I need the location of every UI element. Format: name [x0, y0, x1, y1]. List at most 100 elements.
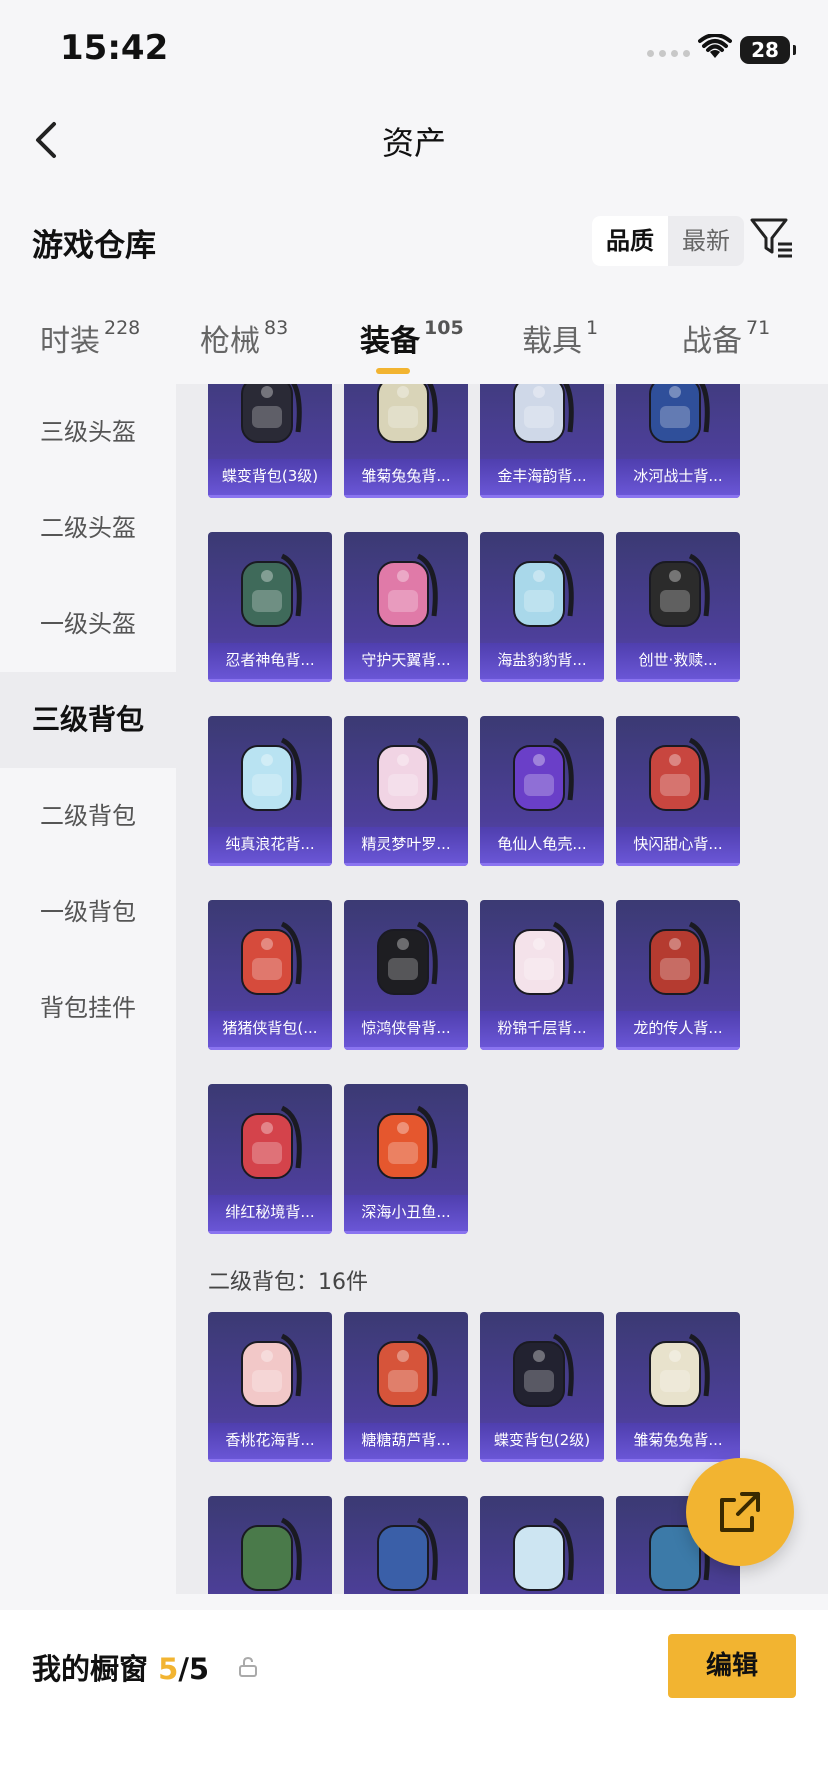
tab-count: 71	[746, 317, 771, 339]
sort-toggle: 品质 最新	[592, 216, 744, 266]
section-header: 游戏仓库 品质 最新	[0, 200, 828, 280]
nav-bar: 资产	[0, 96, 828, 184]
item-name: 深海小丑鱼...	[344, 1195, 468, 1234]
backpack-card[interactable]: 雏菊兔兔背...	[344, 384, 468, 498]
item-name: 香桃花海背...	[208, 1423, 332, 1462]
backpack-icon	[241, 1333, 302, 1407]
backpack-card[interactable]: 绯红秘境背...	[208, 1084, 332, 1234]
backpack-card[interactable]: 粉锦千层背...	[480, 900, 604, 1050]
filter-icon[interactable]	[748, 214, 794, 260]
backpack-icon	[377, 1333, 438, 1407]
tab-vehicles[interactable]: 载具 1	[522, 316, 598, 360]
category-tabs: 时装 228 枪械 83 装备 105 载具 1 战备 71	[0, 300, 828, 380]
tab-equipment[interactable]: 装备 105	[360, 316, 464, 360]
tab-count: 105	[424, 317, 464, 339]
side-item-backpack-lv3[interactable]: 三级背包	[0, 672, 176, 768]
backpack-card[interactable]	[480, 1496, 604, 1594]
backpack-card[interactable]: 香桃花海背...	[208, 1312, 332, 1462]
backpack-icon	[241, 921, 302, 995]
wifi-icon	[698, 34, 732, 58]
backpack-card[interactable]: 惊鸿侠骨背...	[344, 900, 468, 1050]
item-name: 粉锦千层背...	[480, 1011, 604, 1050]
showcase-label: 我的橱窗 5/5	[32, 1646, 209, 1688]
item-name: 蝶变背包(2级)	[480, 1423, 604, 1462]
tab-weapons[interactable]: 枪械 83	[200, 316, 288, 360]
backpack-icon	[377, 553, 438, 627]
side-item-backpack-lv1[interactable]: 一级背包	[0, 864, 176, 960]
backpack-icon	[649, 737, 710, 811]
tab-label: 枪械	[200, 324, 260, 359]
backpack-card[interactable]: 金丰海韵背...	[480, 384, 604, 498]
item-name: 绯红秘境背...	[208, 1195, 332, 1234]
backpack-card[interactable]: 蝶变背包(2级)	[480, 1312, 604, 1462]
side-item-helmet-lv2[interactable]: 二级头盔	[0, 480, 176, 576]
item-name: 冰河战士背...	[616, 459, 740, 498]
sort-newest-button[interactable]: 最新	[668, 216, 744, 266]
item-name: 猪猪侠背包(...	[208, 1011, 332, 1050]
status-time: 15:42	[60, 28, 169, 68]
backpack-card[interactable]: 猪猪侠背包(...	[208, 900, 332, 1050]
section-title: 游戏仓库	[32, 228, 156, 264]
sort-quality-button[interactable]: 品质	[592, 216, 668, 266]
item-name: 纯真浪花背...	[208, 827, 332, 866]
backpack-icon	[377, 384, 438, 443]
backpack-card[interactable]: 纯真浪花背...	[208, 716, 332, 866]
backpack-icon	[513, 737, 574, 811]
signal-dots-icon	[647, 50, 690, 57]
showcase-total: /5	[178, 1652, 210, 1686]
bottom-bar: 我的橱窗 5/5 编辑	[0, 1610, 828, 1792]
tab-label: 时装	[40, 324, 100, 359]
item-name: 雏菊兔兔背...	[616, 1423, 740, 1462]
share-external-icon	[720, 1492, 760, 1532]
share-button[interactable]	[686, 1458, 794, 1566]
item-name: 金丰海韵背...	[480, 459, 604, 498]
backpack-card[interactable]: 快闪甜心背...	[616, 716, 740, 866]
backpack-icon	[649, 921, 710, 995]
backpack-card[interactable]: 海盐豹豹背...	[480, 532, 604, 682]
backpack-icon	[649, 384, 710, 443]
backpack-card[interactable]: 守护天翼背...	[344, 532, 468, 682]
backpack-icon	[377, 1105, 438, 1179]
side-item-helmet-lv3[interactable]: 三级头盔	[0, 384, 176, 480]
backpack-icon	[241, 553, 302, 627]
backpack-card[interactable]: 创世·救赎...	[616, 532, 740, 682]
backpack-icon	[377, 737, 438, 811]
side-item-backpack-lv2[interactable]: 二级背包	[0, 768, 176, 864]
side-item-helmet-lv1[interactable]: 一级头盔	[0, 576, 176, 672]
tab-supplies[interactable]: 战备 71	[682, 316, 770, 360]
backpack-card[interactable]	[208, 1496, 332, 1594]
backpack-card[interactable]: 龟仙人龟壳...	[480, 716, 604, 866]
backpack-icon	[649, 553, 710, 627]
backpack-icon	[241, 1517, 302, 1591]
item-name: 雏菊兔兔背...	[344, 459, 468, 498]
backpack-card[interactable]: 忍者神龟背...	[208, 532, 332, 682]
tab-label: 载具	[522, 324, 582, 359]
backpack-card[interactable]: 雏菊兔兔背...	[616, 1312, 740, 1462]
tab-label: 装备	[360, 324, 420, 359]
backpack-icon	[377, 1517, 438, 1591]
status-bar: 15:42 28	[0, 0, 828, 96]
backpack-card[interactable]: 精灵梦叶罗...	[344, 716, 468, 866]
item-grid: 二级背包：16件 蝶变背包(3级) 雏菊兔兔背... 金丰海韵背... 冰河战士背..…	[176, 384, 828, 1594]
backpack-icon	[241, 384, 302, 443]
tab-fashion[interactable]: 时装 228	[40, 316, 140, 360]
item-name: 惊鸿侠骨背...	[344, 1011, 468, 1050]
battery-indicator: 28	[740, 36, 796, 64]
backpack-card[interactable]: 深海小丑鱼...	[344, 1084, 468, 1234]
backpack-icon	[513, 1333, 574, 1407]
backpack-icon	[241, 737, 302, 811]
backpack-card[interactable]: 龙的传人背...	[616, 900, 740, 1050]
backpack-icon	[513, 1517, 574, 1591]
tab-count: 1	[586, 317, 599, 339]
backpack-card[interactable]: 糖糖葫芦背...	[344, 1312, 468, 1462]
backpack-icon	[513, 921, 574, 995]
backpack-card[interactable]	[344, 1496, 468, 1594]
backpack-card[interactable]: 蝶变背包(3级)	[208, 384, 332, 498]
side-item-backpack-charm[interactable]: 背包挂件	[0, 960, 176, 1056]
tab-count: 228	[104, 317, 141, 339]
tab-count: 83	[264, 317, 289, 339]
tab-label: 战备	[682, 324, 742, 359]
item-name: 创世·救赎...	[616, 643, 740, 682]
backpack-card[interactable]: 冰河战士背...	[616, 384, 740, 498]
edit-button[interactable]: 编辑	[668, 1634, 796, 1698]
